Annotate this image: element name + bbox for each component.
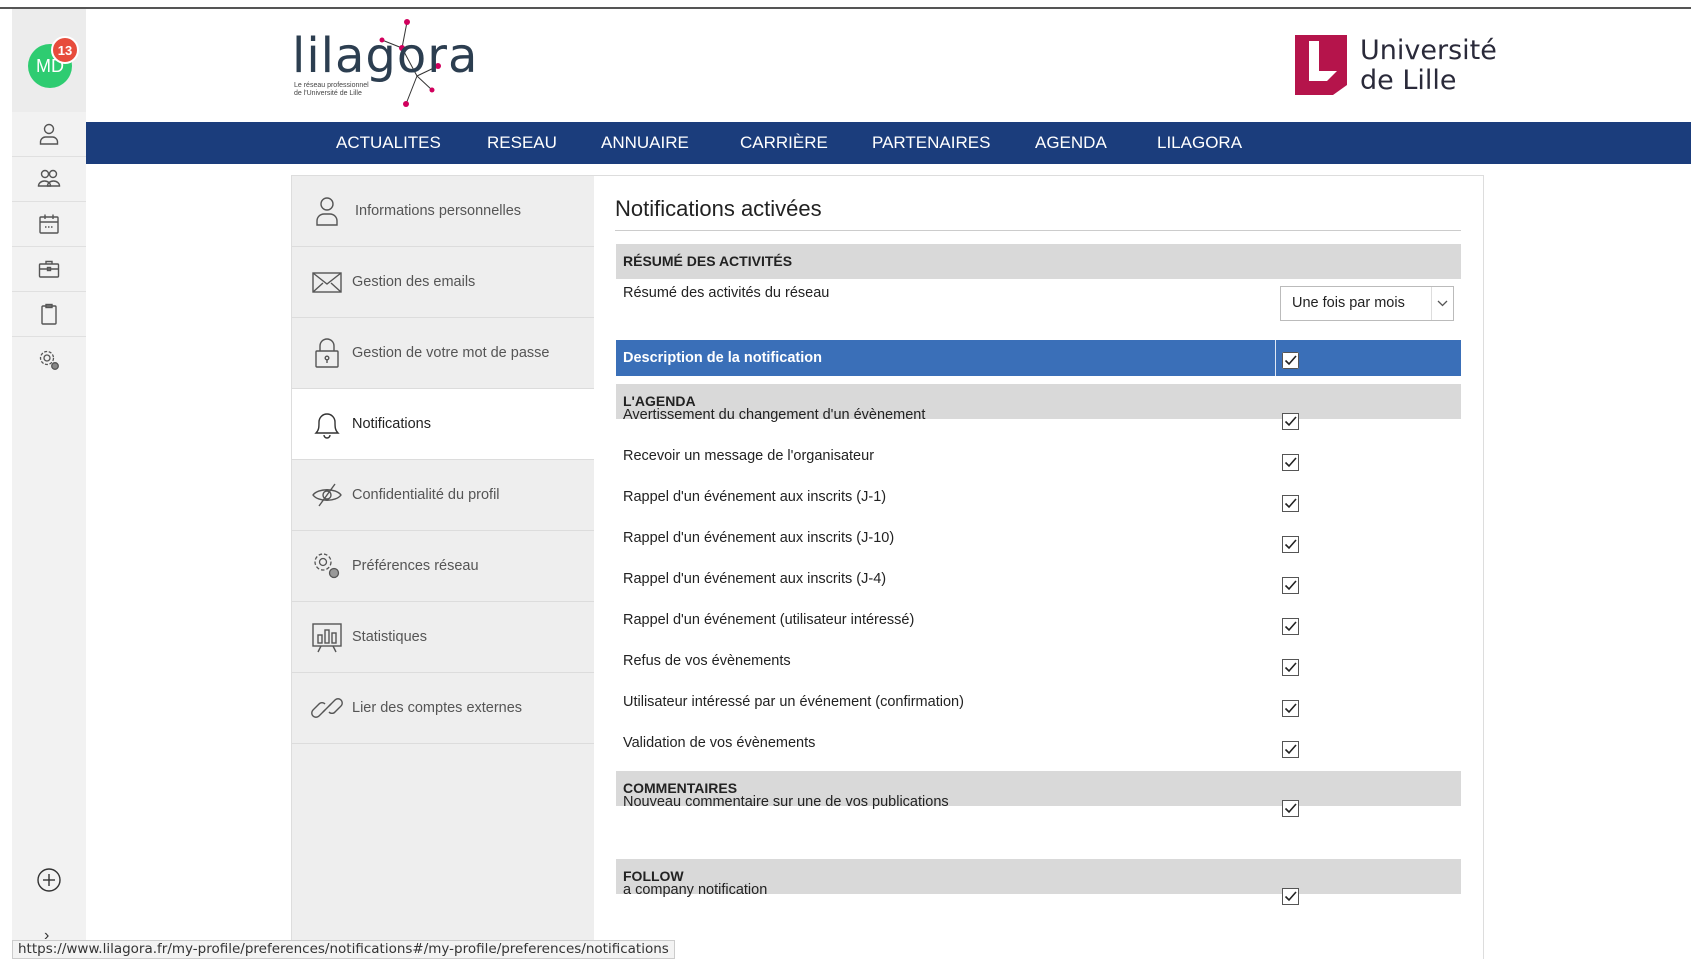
- notification-checkbox[interactable]: [1282, 700, 1299, 717]
- sidebar-item-comptes-externes[interactable]: Lier des comptes externes: [292, 673, 594, 744]
- page-title: Notifications activées: [615, 196, 822, 221]
- plus-circle-icon[interactable]: [35, 866, 63, 894]
- select-all-checkbox[interactable]: [1282, 352, 1299, 369]
- notification-row: a company notification: [616, 876, 1461, 917]
- notification-checkbox[interactable]: [1282, 577, 1299, 594]
- notification-row: Rappel d'un événement aux inscrits (J-10…: [616, 524, 1461, 565]
- notification-label: Nouveau commentaire sur une de vos publi…: [623, 794, 949, 810]
- sidebar-item-label: Confidentialité du profil: [352, 487, 500, 503]
- universite-de-lille-logo[interactable]: Université de Lille: [1295, 33, 1497, 99]
- description-separator: [1275, 340, 1276, 376]
- nav-actualites[interactable]: ACTUALITES: [336, 122, 441, 164]
- rail-calendar-icon[interactable]: [12, 202, 86, 247]
- lilagora-logo[interactable]: lilagora Le réseau professionnel de l'Un…: [292, 18, 477, 114]
- sidebar-item-label: Préférences réseau: [352, 558, 479, 574]
- notification-label: Rappel d'un événement aux inscrits (J-4): [623, 571, 887, 587]
- notification-badge: 13: [51, 36, 79, 64]
- nav-annuaire[interactable]: ANNUAIRE: [601, 122, 689, 164]
- notification-row: Utilisateur intéressé par un événement (…: [616, 688, 1461, 729]
- nav-agenda[interactable]: AGENDA: [1035, 122, 1107, 164]
- notification-label: Validation de vos évènements: [623, 735, 816, 751]
- description-label: Description de la notification: [623, 350, 822, 366]
- rail-briefcase-icon[interactable]: [12, 247, 86, 292]
- logo-wordmark: lilagora: [292, 28, 479, 84]
- chevron-down-icon[interactable]: [1431, 287, 1453, 320]
- user-icon: [316, 197, 338, 226]
- sidebar-item-notifications[interactable]: Notifications: [292, 389, 594, 460]
- sidebar-item-label: Gestion de votre mot de passe: [352, 345, 550, 361]
- sidebar-item-label: Lier des comptes externes: [352, 700, 523, 716]
- notification-row: Rappel d'un événement (utilisateur intér…: [616, 606, 1461, 647]
- select-value: Une fois par mois: [1292, 295, 1405, 311]
- main-nav: ACTUALITES RESEAU ANNUAIRE CARRIÈRE PART…: [86, 122, 1691, 164]
- notification-checkbox[interactable]: [1282, 495, 1299, 512]
- notification-label: Rappel d'un événement (utilisateur intér…: [623, 612, 915, 628]
- sidebar-item-label: Informations personnelles: [355, 203, 522, 219]
- notification-checkbox[interactable]: [1282, 741, 1299, 758]
- notification-row: Avertissement du changement d'un évèneme…: [616, 401, 1461, 442]
- frequency-select[interactable]: Une fois par mois: [1280, 286, 1454, 321]
- lock-icon: [315, 338, 339, 368]
- notification-checkbox[interactable]: [1282, 659, 1299, 676]
- title-divider: [615, 230, 1461, 231]
- envelope-icon: [312, 272, 342, 293]
- sidebar-item-preferences[interactable]: Préférences réseau: [292, 531, 594, 602]
- notification-checkbox[interactable]: [1282, 800, 1299, 817]
- sidebar-item-password[interactable]: Gestion de votre mot de passe: [292, 318, 594, 389]
- notification-label: Avertissement du changement d'un évèneme…: [623, 407, 926, 423]
- notification-label: Refus de vos évènements: [623, 653, 791, 669]
- sidebar-item-emails[interactable]: Gestion des emails: [292, 247, 594, 318]
- settings-sidebar: Informations personnelles Gestion des em…: [292, 176, 594, 959]
- notification-label: a company notification: [623, 882, 768, 898]
- settings-icon: [314, 553, 340, 579]
- notification-row: Nouveau commentaire sur une de vos publi…: [616, 788, 1461, 829]
- rail-user-icon[interactable]: [12, 112, 86, 157]
- sidebar-item-statistiques[interactable]: Statistiques: [292, 602, 594, 673]
- eye-slash-icon: [312, 483, 342, 507]
- notification-row: Refus de vos évènements: [616, 647, 1461, 688]
- notification-checkbox[interactable]: [1282, 413, 1299, 430]
- notification-label: Rappel d'un événement aux inscrits (J-1): [623, 489, 887, 505]
- notification-label: Rappel d'un événement aux inscrits (J-10…: [623, 530, 895, 546]
- notification-checkbox[interactable]: [1282, 536, 1299, 553]
- logo-subtitle: Le réseau professionnel de l'Université …: [294, 82, 369, 97]
- rail-group-icon[interactable]: [12, 157, 86, 202]
- sidebar-item-confidentialite[interactable]: Confidentialité du profil: [292, 460, 594, 531]
- notification-row: Recevoir un message de l'organisateur: [616, 442, 1461, 483]
- window-top-border: [0, 7, 1691, 9]
- notification-checkbox[interactable]: [1282, 618, 1299, 635]
- rail-header: MD 13: [12, 9, 86, 112]
- nav-carriere[interactable]: CARRIÈRE: [740, 122, 828, 164]
- notification-checkbox[interactable]: [1282, 888, 1299, 905]
- sidebar-item-label: Statistiques: [352, 629, 427, 645]
- nav-partenaires[interactable]: PARTENAIRES: [872, 122, 990, 164]
- row-label: Résumé des activités du réseau: [623, 285, 830, 301]
- nav-lilagora[interactable]: LILAGORA: [1157, 122, 1242, 164]
- left-rail: MD 13 ›: [12, 9, 86, 959]
- section-header-resume: RÉSUMÉ DES ACTIVITÉS: [616, 244, 1461, 279]
- nav-reseau[interactable]: RESEAU: [487, 122, 557, 164]
- notification-row: Rappel d'un événement aux inscrits (J-4): [616, 565, 1461, 606]
- notification-row: Validation de vos évènements: [616, 729, 1461, 770]
- description-header-bar: Description de la notification: [616, 340, 1461, 376]
- sidebar-item-label: Notifications: [352, 416, 431, 432]
- ulille-mark-icon: [1295, 35, 1347, 95]
- notification-checkbox[interactable]: [1282, 454, 1299, 471]
- notification-row: Rappel d'un événement aux inscrits (J-1): [616, 483, 1461, 524]
- bell-icon: [314, 413, 340, 439]
- chart-icon: [312, 623, 342, 653]
- browser-status-bar: https://www.lilagora.fr/my-profile/prefe…: [12, 940, 675, 959]
- ulille-wordmark: Université de Lille: [1360, 35, 1497, 96]
- sidebar-item-label: Gestion des emails: [352, 274, 476, 290]
- notification-label: Recevoir un message de l'organisateur: [623, 448, 875, 464]
- rail-clipboard-icon[interactable]: [12, 292, 86, 337]
- notification-label: Utilisateur intéressé par un événement (…: [623, 694, 964, 710]
- rail-settings-icon[interactable]: [12, 337, 86, 382]
- sidebar-item-informations[interactable]: Informations personnelles: [292, 176, 594, 247]
- link-icon: [311, 698, 343, 718]
